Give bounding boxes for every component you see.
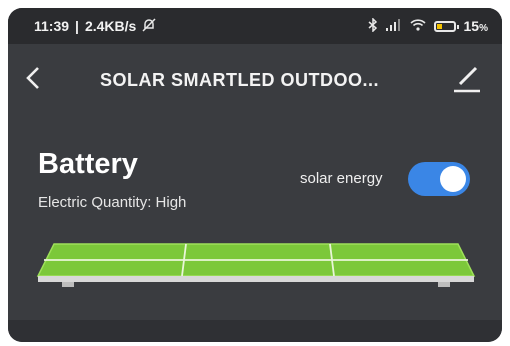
status-time: 11:39	[34, 18, 70, 34]
panel-frame	[38, 276, 474, 282]
battery-status: Electric Quantity: High	[38, 194, 187, 211]
status-speed: 2.4KB/s	[84, 18, 137, 34]
page-title: SOLAR SMARTLED OUTDOO...	[100, 70, 379, 90]
wifi-icon	[409, 18, 426, 34]
back-chevron-icon[interactable]	[26, 66, 40, 93]
bluetooth-icon	[368, 16, 378, 35]
solar-energy-label: solar energy	[300, 170, 383, 187]
panel-foot-right	[438, 282, 450, 287]
panel-foot-left	[62, 282, 74, 287]
signal-icon	[385, 18, 402, 34]
app-screen: 11:39 | 2.4KB/s 15% SOLAR SMARTLED OUTDO…	[8, 8, 502, 342]
battery-section: Battery Electric Quantity: High solar en…	[8, 116, 502, 342]
app-header: SOLAR SMARTLED OUTDOO...	[8, 44, 502, 116]
solar-energy-toggle[interactable]	[408, 162, 470, 196]
toggle-knob	[440, 166, 466, 192]
status-bar: 11:39 | 2.4KB/s 15%	[8, 8, 502, 44]
battery-icon	[433, 20, 459, 32]
battery-percent: 15%	[463, 18, 488, 34]
status-separator: |	[75, 18, 79, 34]
edit-pencil-icon[interactable]	[452, 62, 482, 94]
bottom-strip	[8, 320, 502, 342]
alarm-off-icon	[142, 17, 156, 35]
battery-heading: Battery	[38, 148, 138, 180]
battery-level-panel	[34, 238, 478, 292]
